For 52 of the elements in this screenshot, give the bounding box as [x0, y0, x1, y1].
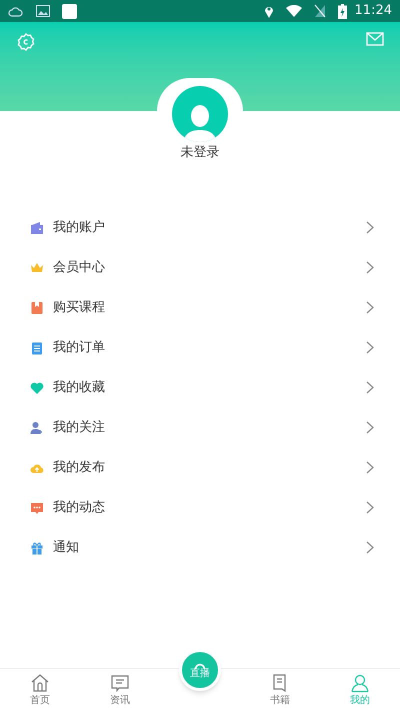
login-status: 未登录 — [180, 144, 220, 162]
notification-square-icon — [62, 4, 77, 18]
menu-label: 我的动态 — [53, 498, 106, 517]
menu-item[interactable]: 会员中心 — [0, 248, 400, 288]
menu-label: 通知 — [53, 538, 80, 557]
menu-label: 我的收藏 — [53, 378, 106, 397]
chevron-right-icon — [366, 341, 374, 354]
menu-item[interactable]: 通知 — [0, 528, 400, 568]
nav-tab[interactable]: 书籍 — [240, 669, 320, 711]
battery-icon — [338, 4, 347, 18]
chevron-right-icon — [366, 261, 374, 274]
menu-item[interactable]: 我的动态 — [0, 488, 400, 528]
menu-item[interactable]: 我的收藏 — [0, 368, 400, 408]
menu-label: 我的账户 — [53, 218, 106, 237]
chevron-right-icon — [366, 501, 374, 514]
nav-tab[interactable]: 资讯 — [80, 669, 160, 711]
heart-icon — [30, 380, 44, 394]
menu-item[interactable]: 我的订单 — [0, 328, 400, 368]
location-icon — [264, 4, 274, 18]
clipboard-icon — [30, 340, 44, 354]
home-icon — [30, 672, 50, 692]
chevron-right-icon — [366, 301, 374, 314]
replay-icon — [193, 662, 207, 668]
menu-label: 会员中心 — [53, 258, 106, 277]
chevron-right-icon — [366, 461, 374, 474]
crown-icon — [30, 260, 44, 274]
menu-label: 购买课程 — [53, 298, 106, 317]
menu-item[interactable]: 我的账户 — [0, 208, 400, 248]
user-icon — [350, 672, 370, 692]
menu-item[interactable]: 我的关注 — [0, 408, 400, 448]
chat-icon — [30, 500, 44, 514]
no-signal-icon — [314, 4, 326, 18]
settings-button[interactable] — [16, 32, 36, 52]
image-icon — [36, 5, 50, 17]
chevron-right-icon — [366, 421, 374, 434]
message-icon — [110, 672, 130, 692]
menu-label: 我的订单 — [53, 338, 106, 357]
clock-time: 11:24 — [354, 2, 392, 20]
menu-label: 我的发布 — [53, 458, 106, 477]
menu-item[interactable]: 购买课程 — [0, 288, 400, 328]
menu-item[interactable]: 我的发布 — [0, 448, 400, 488]
chevron-right-icon — [366, 221, 374, 234]
user-plus-icon — [30, 420, 44, 434]
wallet-icon — [30, 220, 44, 234]
chevron-right-icon — [366, 541, 374, 554]
menu-label: 我的关注 — [53, 418, 106, 437]
gift-icon — [30, 540, 44, 554]
mail-button[interactable] — [366, 32, 384, 46]
book-icon — [30, 300, 44, 314]
wifi-icon — [286, 5, 302, 17]
nav-tab[interactable]: 首页 — [0, 669, 80, 711]
chevron-right-icon — [366, 381, 374, 394]
